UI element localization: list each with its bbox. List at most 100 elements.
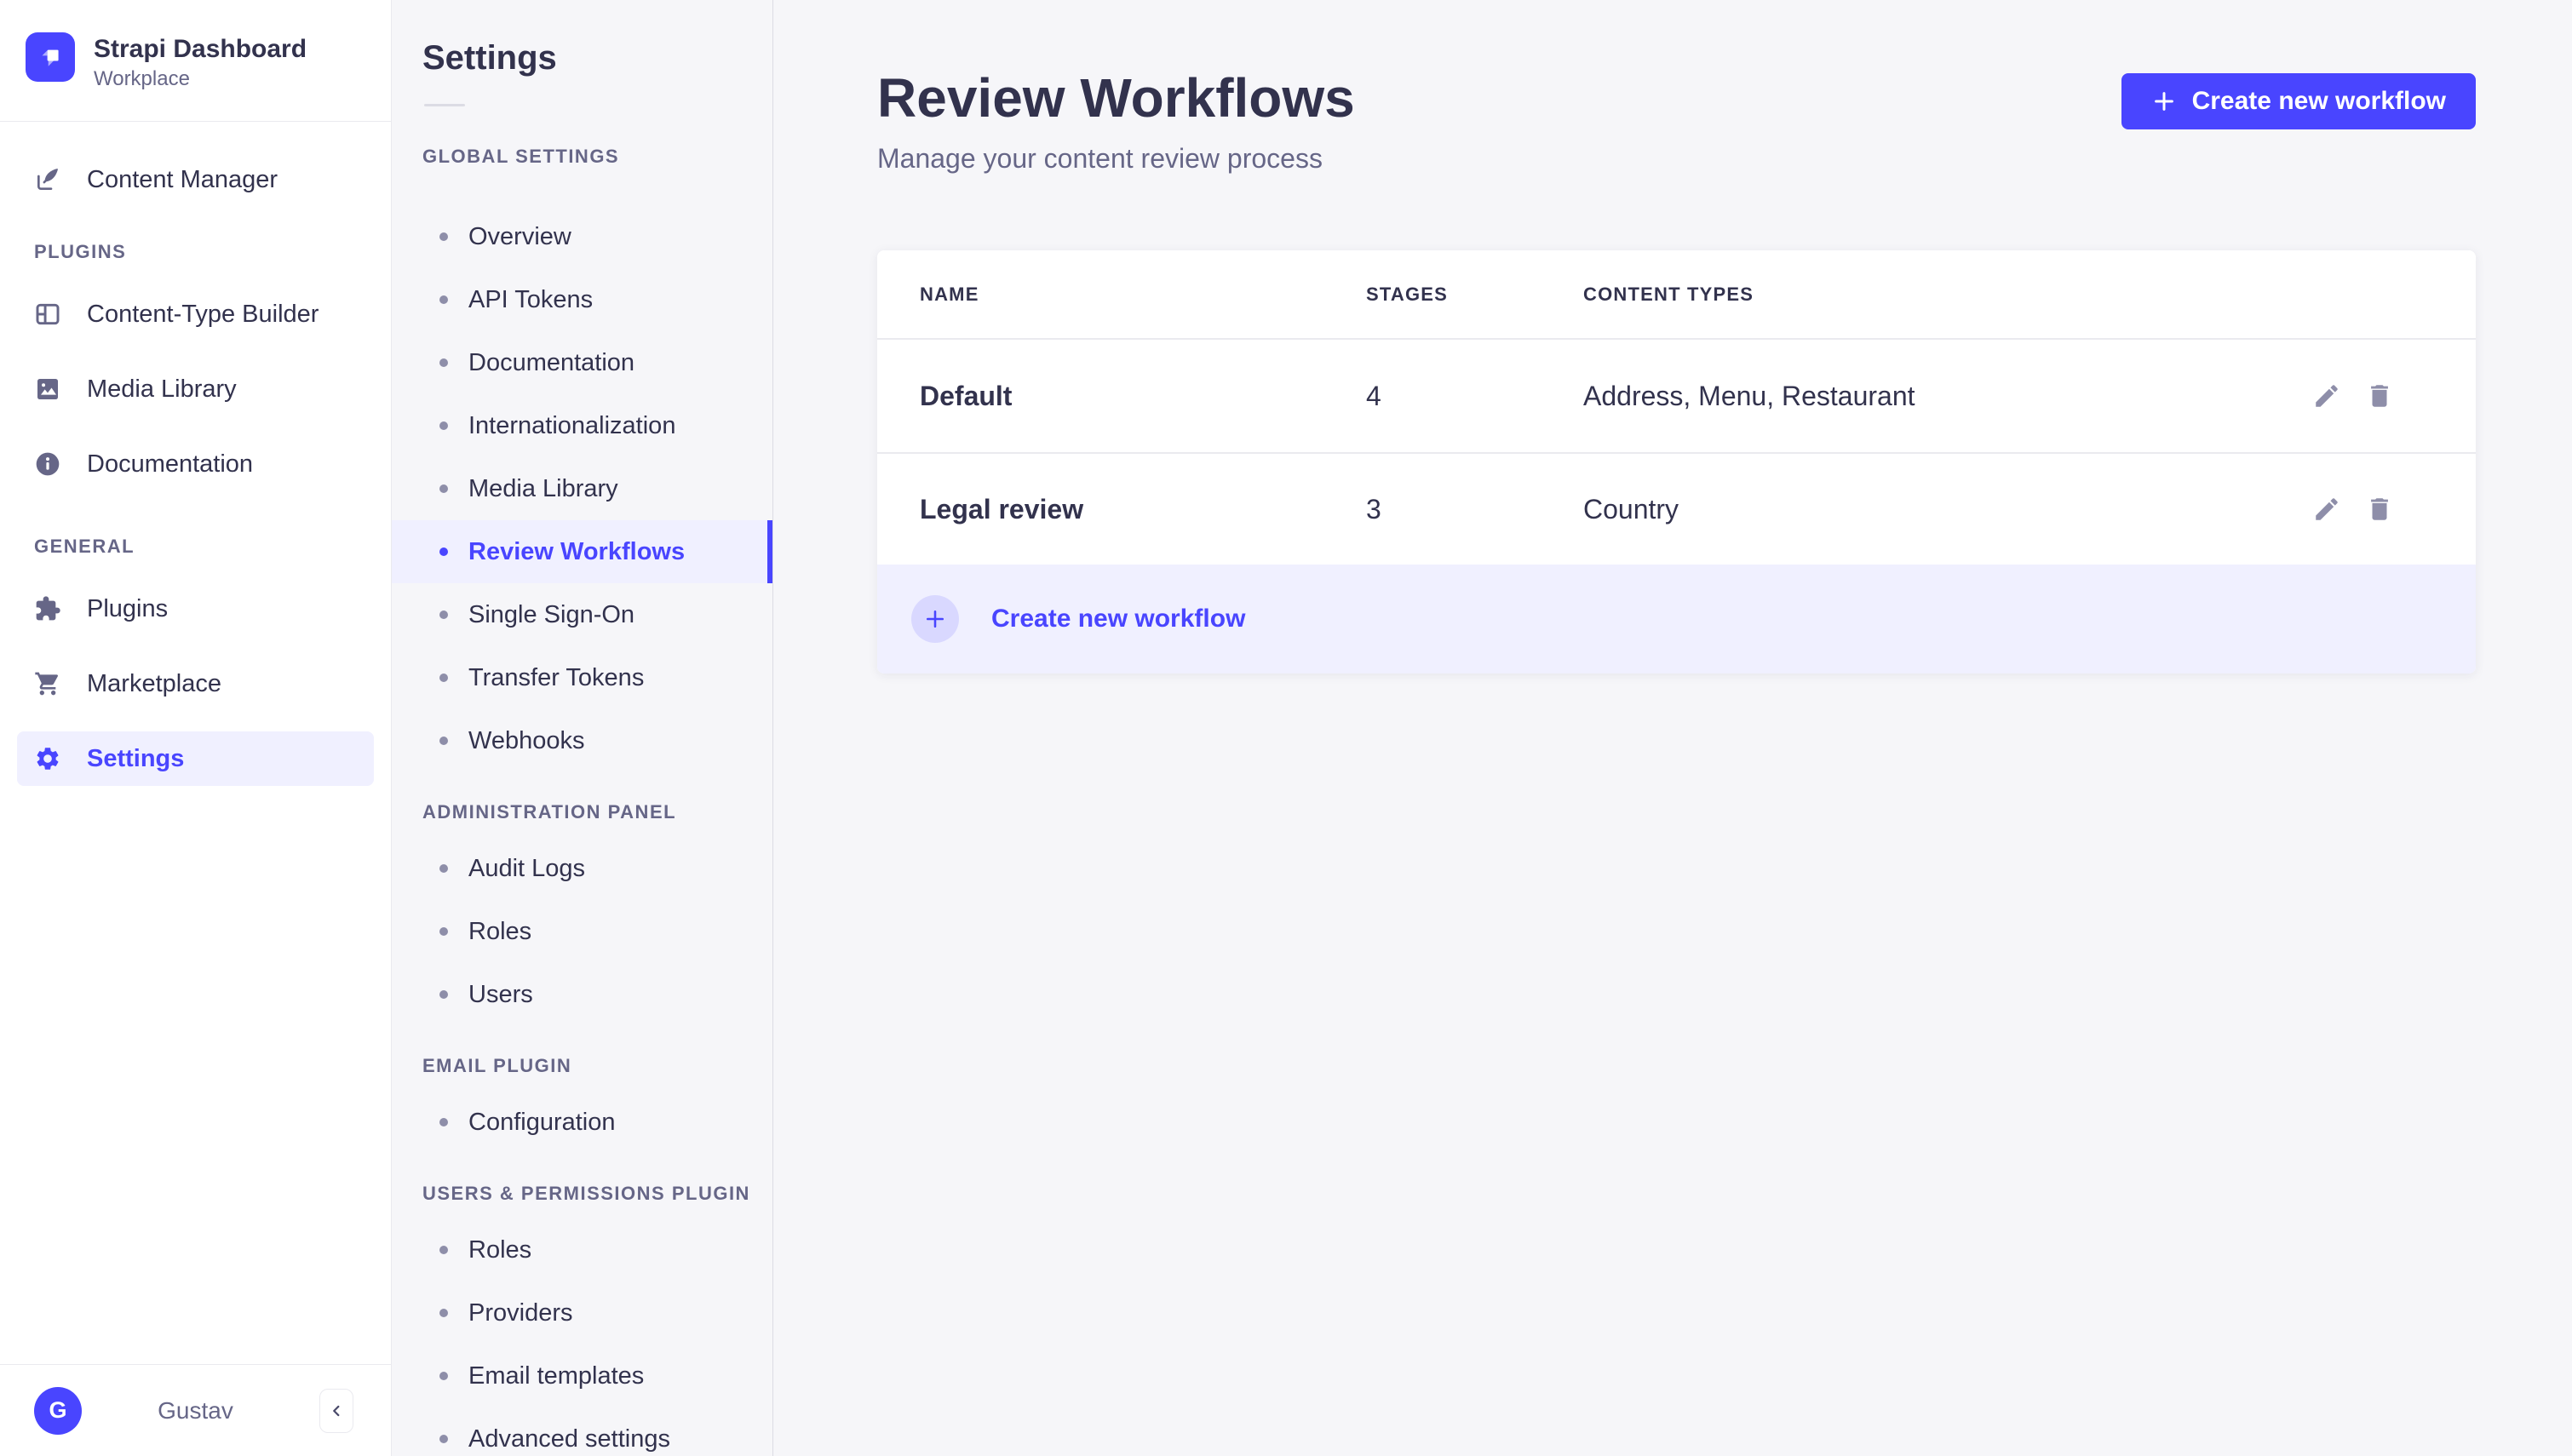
sidebar-item-settings[interactable]: Settings (17, 731, 374, 786)
table-footer-create-workflow[interactable]: Create new workflow (877, 565, 2476, 674)
subnav-section-label: GLOBAL SETTINGS (422, 146, 620, 167)
sidebar-item-label: Media Library (87, 375, 237, 403)
table-row-default: Default 4 Address, Menu, Restaurant (877, 340, 2476, 452)
row-actions (2271, 381, 2476, 410)
trash-icon (2371, 385, 2388, 407)
sidebar-section-general: GENERAL (34, 536, 135, 557)
workflow-content-types: Country (1583, 493, 1679, 525)
plus-circle (911, 595, 959, 643)
info-circle-icon (36, 452, 60, 476)
table-header-row: NAME STAGES CONTENT TYPES (877, 250, 2476, 340)
subnav-item-providers[interactable]: Providers (392, 1281, 772, 1344)
subnav-item-advanced-settings[interactable]: Advanced settings (392, 1407, 772, 1456)
subnav-item-email-configuration[interactable]: Configuration (392, 1091, 772, 1154)
subnav-item-label: Providers (468, 1298, 573, 1327)
bullet-dot (439, 421, 448, 430)
settings-subnav: Settings GLOBAL SETTINGS Overview API To… (392, 0, 773, 1456)
workflow-stages: 4 (1366, 380, 1381, 411)
workflow-stages: 3 (1366, 493, 1381, 525)
subnav-section-global-settings: GLOBAL SETTINGS Overview API Tokens Docu… (392, 146, 772, 772)
subnav-item-label: Configuration (468, 1108, 616, 1136)
subnav-item-label: Transfer Tokens (468, 663, 645, 691)
footer-create-workflow-label: Create new workflow (991, 605, 1246, 633)
subnav-item-single-sign-on[interactable]: Single Sign-On (392, 583, 772, 646)
subnav-item-label: Review Workflows (468, 537, 686, 565)
sidebar-item-content-manager[interactable]: Content Manager (17, 152, 374, 207)
subnav-section-label: EMAIL PLUGIN (422, 1055, 572, 1076)
bullet-dot (439, 737, 448, 745)
subnav-item-api-tokens[interactable]: API Tokens (392, 268, 772, 331)
subnav-item-label: Roles (468, 1235, 532, 1264)
user-name: Gustav (158, 1396, 233, 1424)
sidebar-item-label: Marketplace (87, 669, 221, 697)
column-header-stages: STAGES (1366, 283, 1449, 305)
subnav-item-label: Advanced settings (468, 1424, 670, 1453)
subnav-item-admin-roles[interactable]: Roles (392, 900, 772, 963)
avatar[interactable]: G (34, 1386, 82, 1435)
trash-icon (2371, 498, 2388, 520)
subnav-item-webhooks[interactable]: Webhooks (392, 709, 772, 772)
subnav-item-label: Overview (468, 222, 571, 250)
collapse-sidebar-button[interactable] (319, 1388, 353, 1433)
feather-pen-icon (37, 169, 58, 190)
sidebar-item-label: Content Manager (87, 165, 278, 193)
subnav-item-up-roles[interactable]: Roles (392, 1218, 772, 1281)
subnav-item-label: Media Library (468, 474, 618, 502)
delete-workflow-button[interactable] (2365, 381, 2394, 410)
subnav-item-transfer-tokens[interactable]: Transfer Tokens (392, 646, 772, 709)
subnav-section-email-plugin: EMAIL PLUGIN Configuration (392, 1055, 772, 1154)
sidebar-item-marketplace[interactable]: Marketplace (17, 656, 374, 711)
bullet-dot (439, 1246, 448, 1254)
page-header: Review Workflows Manage your content rev… (877, 66, 2476, 175)
sidebar-item-plugins[interactable]: Plugins (17, 582, 374, 636)
subnav-item-documentation[interactable]: Documentation (392, 331, 772, 394)
sidebar-item-media-library[interactable]: Media Library (17, 362, 374, 416)
subnav-item-label: Audit Logs (468, 854, 586, 882)
shopping-cart-icon (35, 672, 58, 696)
delete-workflow-button[interactable] (2365, 495, 2394, 524)
subnav-item-overview[interactable]: Overview (392, 205, 772, 268)
subnav-item-label: Internationalization (468, 411, 676, 439)
bullet-dot (439, 484, 448, 493)
create-new-workflow-label: Create new workflow (2191, 87, 2446, 115)
edit-workflow-button[interactable] (2312, 381, 2341, 410)
subnav-item-email-templates[interactable]: Email templates (392, 1344, 772, 1407)
bullet-dot (439, 927, 448, 936)
sidebar-footer: G Gustav (0, 1364, 391, 1456)
subnav-item-review-workflows[interactable]: Review Workflows (392, 520, 772, 583)
column-header-name: NAME (920, 283, 979, 305)
subnav-section-label: USERS & PERMISSIONS PLUGIN (422, 1183, 750, 1204)
edit-pencil-icon (2316, 385, 2338, 407)
workspace-brand[interactable]: Strapi Dashboard Workplace (0, 0, 391, 122)
bullet-dot (439, 864, 448, 873)
sidebar-item-documentation[interactable]: Documentation (17, 437, 374, 491)
subnav-item-internationalization[interactable]: Internationalization (392, 394, 772, 457)
bullet-dot (439, 295, 448, 304)
subnav-item-media-library[interactable]: Media Library (392, 457, 772, 520)
sidebar-item-label: Settings (87, 744, 185, 772)
subnav-section-label: ADMINISTRATION PANEL (422, 801, 677, 823)
bullet-dot (439, 610, 448, 619)
sidebar-item-label: Plugins (87, 594, 169, 622)
subnav-item-label: Users (468, 980, 533, 1008)
subnav-item-label: Roles (468, 917, 532, 945)
edit-workflow-button[interactable] (2312, 495, 2341, 524)
main-content: Review Workflows Manage your content rev… (773, 0, 2572, 1456)
create-new-workflow-button[interactable]: Create new workflow (2121, 73, 2476, 129)
subnav-item-audit-logs[interactable]: Audit Logs (392, 837, 772, 900)
workspace-title: Strapi Dashboard (94, 35, 307, 63)
bullet-dot (439, 1435, 448, 1443)
subnav-item-label: Webhooks (468, 726, 585, 754)
subnav-section-administration-panel: ADMINISTRATION PANEL Audit Logs Roles Us… (392, 801, 772, 1026)
bullet-dot (439, 674, 448, 682)
bullet-dot (439, 990, 448, 999)
subnav-item-admin-users[interactable]: Users (392, 963, 772, 1026)
main-sidebar: Strapi Dashboard Workplace Content Manag… (0, 0, 392, 1456)
puzzle-icon (36, 596, 60, 621)
workflow-content-types: Address, Menu, Restaurant (1583, 380, 1915, 411)
layout-grid-icon (36, 303, 60, 325)
bullet-dot (439, 358, 448, 367)
subnav-item-label: Single Sign-On (468, 600, 635, 628)
subnav-item-label: Email templates (468, 1361, 645, 1390)
sidebar-item-content-type-builder[interactable]: Content-Type Builder (17, 287, 374, 341)
